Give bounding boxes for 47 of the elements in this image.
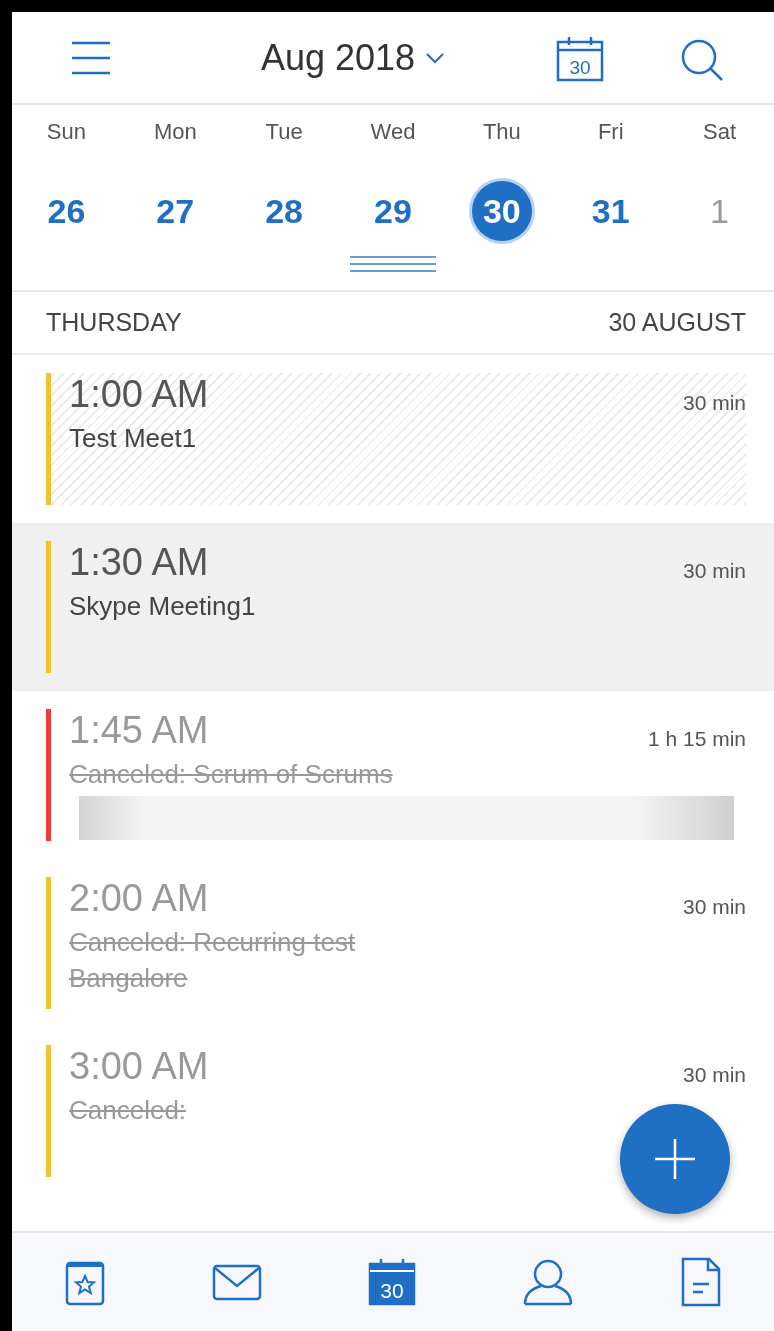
event-title: Canceled: Recurring test Bangalore (69, 926, 357, 996)
chevron-down-icon (425, 51, 446, 64)
plus-icon (654, 1138, 696, 1180)
event-title: Canceled: Scrum of Scrums (69, 758, 394, 791)
add-button[interactable] (620, 1104, 730, 1214)
date-button[interactable]: 30 (471, 181, 532, 241)
drag-handle-icon[interactable] (349, 255, 437, 273)
event-time: 1:30 AM (69, 541, 209, 584)
event-row[interactable]: 1:30 AM 30 min Skype Meeting1 (12, 523, 774, 691)
month-selector[interactable]: Aug 2018 (260, 36, 446, 79)
event-duration: 1 h 15 min (647, 727, 746, 751)
envelope-icon (211, 1262, 262, 1302)
menu-icon[interactable] (70, 40, 112, 76)
weekday-label: Thu (482, 119, 521, 146)
date-button[interactable]: 27 (145, 181, 206, 241)
event-row[interactable]: 1:45 AM 1 h 15 min Canceled: Scrum of Scrums (12, 691, 774, 859)
event-row[interactable]: 3:00 AM 30 min Canceled: (12, 1027, 774, 1195)
event-title: Skype Meeting1 (69, 590, 257, 623)
day-label: THURSDAY (46, 308, 182, 337)
date-button[interactable]: 31 (580, 181, 641, 241)
weekday-label: Tue (265, 119, 303, 146)
event-title: Test Meet1 (69, 422, 198, 455)
date-label: 30 AUGUST (608, 308, 746, 337)
event-time: 3:00 AM (69, 1045, 209, 1088)
date-button[interactable]: 28 (254, 181, 315, 241)
date-button[interactable]: 29 (363, 181, 423, 241)
weekday-label: Sat (703, 119, 737, 146)
event-row[interactable]: 2:00 AM 30 min Canceled: Recurring test Bangalore (12, 859, 774, 1027)
weekday-label: Mon (153, 119, 197, 146)
event-duration: 30 min (682, 895, 746, 919)
document-icon (680, 1257, 721, 1307)
search-icon[interactable] (680, 38, 724, 82)
weekday-label: Wed (370, 119, 416, 146)
event-row[interactable]: 1:00 AM 30 min Test Meet1 (12, 355, 774, 523)
tab-button[interactable]: 30 (361, 1252, 422, 1312)
weekday-label: Fri (597, 119, 624, 146)
event-time: 1:45 AM (69, 709, 209, 752)
weekday-label: Sun (46, 119, 86, 146)
event-title: Canceled: (69, 1094, 188, 1127)
event-time: 1:00 AM (69, 373, 209, 416)
event-duration: 30 min (682, 1063, 746, 1087)
event-duration: 30 min (682, 559, 746, 583)
date-button[interactable]: 1 (689, 181, 750, 241)
person-icon (522, 1258, 575, 1306)
event-duration: 30 min (682, 391, 746, 415)
event-time: 2:00 AM (69, 877, 209, 920)
date-button[interactable]: 26 (36, 181, 97, 241)
